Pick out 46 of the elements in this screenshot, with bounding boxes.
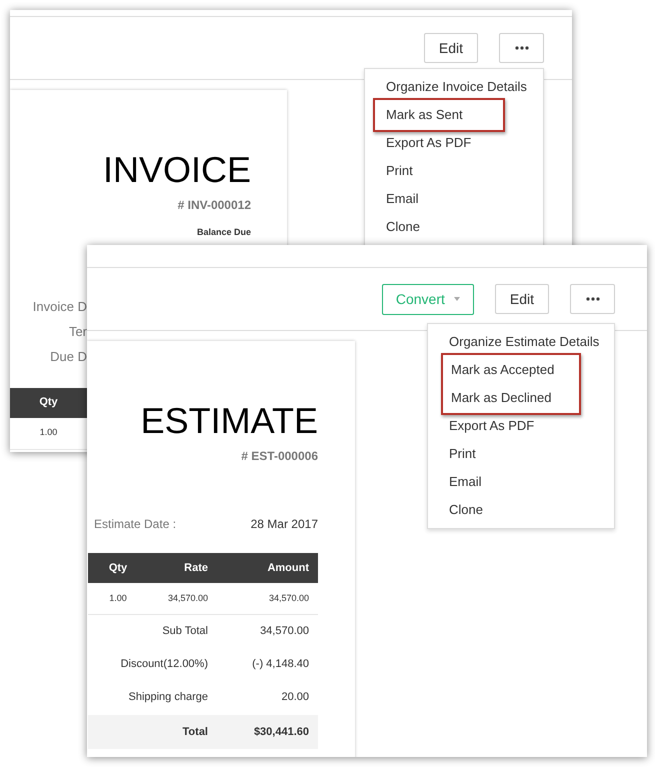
field-label: Due D bbox=[49, 348, 87, 366]
menu-item[interactable]: Mark as Declined bbox=[443, 384, 579, 412]
menu-item[interactable]: Clone bbox=[428, 496, 614, 524]
more-dots-icon bbox=[586, 297, 600, 301]
more-options-button[interactable] bbox=[499, 33, 544, 63]
field-label: Invoice D bbox=[32, 298, 87, 316]
balance-due-label: Balance Due bbox=[196, 226, 251, 239]
document-number: # EST-000006 bbox=[241, 448, 318, 465]
edit-button[interactable]: Edit bbox=[424, 33, 478, 63]
table-cell-text: 1.00 bbox=[38, 426, 58, 440]
menu-item[interactable]: Email bbox=[428, 468, 614, 496]
total-value: 20.00 bbox=[280, 690, 310, 706]
field-label: Estimate Date : bbox=[94, 516, 176, 533]
total-label: Sub Total bbox=[161, 624, 208, 640]
menu-item[interactable]: Export As PDF bbox=[428, 412, 614, 440]
total-label: Total bbox=[182, 724, 208, 740]
total-label: Discount(12.00%) bbox=[120, 657, 208, 672]
menu-item[interactable]: Export As PDF bbox=[365, 129, 543, 157]
more-dots-icon bbox=[514, 46, 528, 50]
menu-item[interactable]: Email bbox=[365, 185, 543, 213]
column-header: Qty bbox=[108, 560, 128, 576]
column-header: Amount bbox=[266, 560, 310, 576]
menu-item[interactable]: Organize Invoice Details bbox=[365, 73, 543, 101]
document-title: ESTIMATE bbox=[140, 401, 318, 441]
table-cell-text: 34,570.00 bbox=[268, 592, 310, 605]
table-cell-text: 34,570.00 bbox=[166, 592, 208, 605]
column-header: Qty bbox=[38, 395, 59, 410]
menu-item[interactable]: Clone bbox=[365, 213, 543, 241]
table-cell-text: 1.00 bbox=[108, 592, 128, 605]
menu-item[interactable]: Print bbox=[365, 157, 543, 185]
field-value: 28 Mar 2017 bbox=[250, 516, 318, 533]
total-label: Shipping charge bbox=[127, 690, 208, 706]
total-value: $30,441.60 bbox=[252, 724, 310, 740]
caret-icon bbox=[454, 297, 460, 301]
menu-item[interactable]: Print bbox=[428, 440, 614, 468]
document-number: # INV-000012 bbox=[178, 197, 251, 214]
field-label: Ter bbox=[68, 322, 87, 340]
edit-button[interactable]: Edit bbox=[494, 284, 549, 314]
document-title: INVOICE bbox=[102, 150, 251, 190]
menu-item[interactable]: Mark as Sent bbox=[375, 101, 503, 129]
column-header: Rate bbox=[183, 560, 208, 576]
total-value: 34,570.00 bbox=[259, 624, 310, 640]
menu-item[interactable]: Mark as Accepted bbox=[443, 356, 579, 384]
more-options-button[interactable] bbox=[570, 284, 615, 314]
menu-item[interactable]: Organize Estimate Details bbox=[428, 328, 614, 356]
total-value: (-) 4,148.40 bbox=[251, 657, 310, 672]
